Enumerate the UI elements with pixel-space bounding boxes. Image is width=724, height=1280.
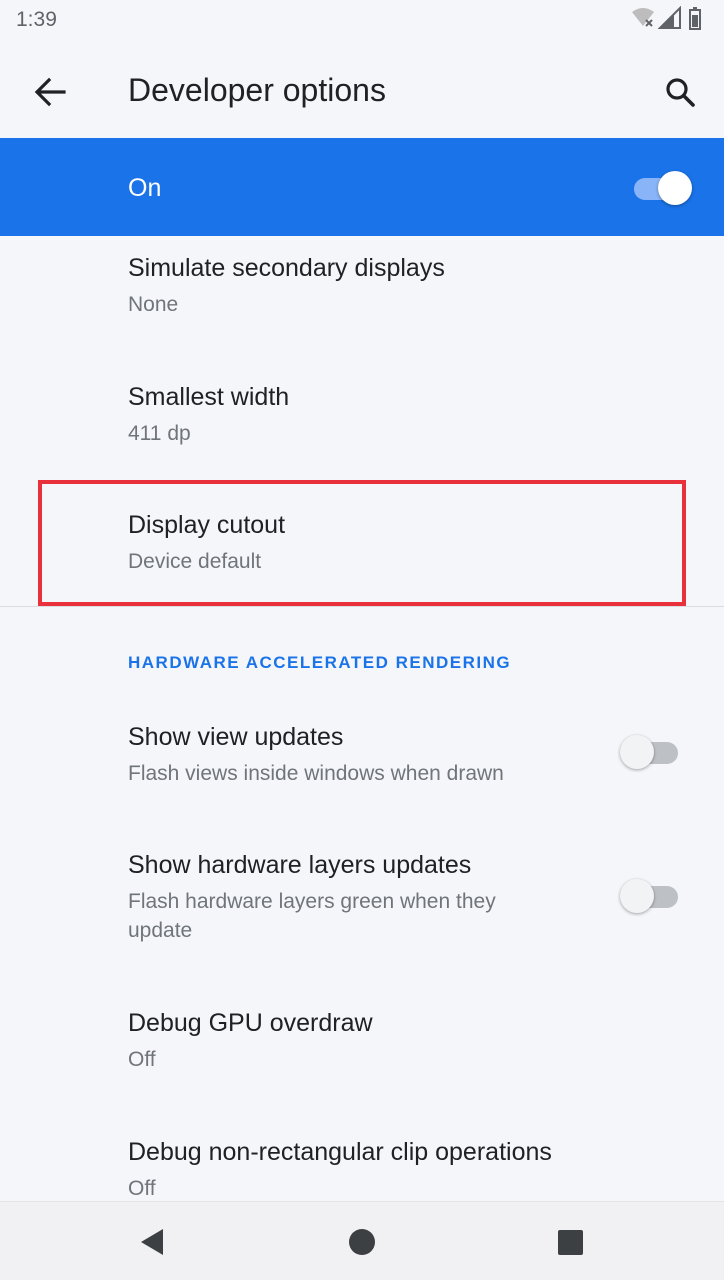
pref-summary: Off xyxy=(128,1177,156,1200)
pref-title: Show hardware layers updates xyxy=(128,851,472,879)
search-icon xyxy=(666,78,695,107)
status-bar: 1:39 xyxy=(0,0,724,40)
pref-title: Show view updates xyxy=(128,723,344,751)
nav-recents-button[interactable] xyxy=(550,1222,590,1262)
arrow-back-icon xyxy=(34,77,66,107)
pref-title: Smallest width xyxy=(128,383,290,411)
pref-title: Simulate secondary displays xyxy=(128,254,445,282)
pref-debug-non-rectangular-clip[interactable]: Debug non-rectangular clip operations Of… xyxy=(0,1125,724,1201)
nav-back-button[interactable] xyxy=(132,1222,172,1262)
master-switch-bar[interactable]: On xyxy=(0,138,724,236)
back-button[interactable] xyxy=(22,64,78,120)
pref-show-view-updates[interactable]: Show view updates Flash views inside win… xyxy=(0,710,724,820)
pref-summary-line2: update xyxy=(128,919,193,942)
pref-summary: 411 dp xyxy=(128,422,191,445)
nav-back-icon xyxy=(141,1229,163,1255)
divider xyxy=(0,606,724,607)
nav-recents-icon xyxy=(558,1230,583,1255)
cell-signal-icon xyxy=(657,5,681,29)
pref-title: Debug GPU overdraw xyxy=(128,1009,373,1037)
status-time: 1:39 xyxy=(16,8,57,31)
highlight-box xyxy=(38,480,686,606)
battery-icon xyxy=(689,7,701,30)
nav-home-button[interactable] xyxy=(342,1222,382,1262)
switch-thumb xyxy=(620,879,654,913)
pref-title: Debug non-rectangular clip operations xyxy=(128,1138,552,1166)
pref-summary: Off xyxy=(128,1048,156,1071)
section-header: HARDWARE ACCELERATED RENDERING xyxy=(128,653,512,672)
pref-show-hardware-layers-updates[interactable]: Show hardware layers updates Flash hardw… xyxy=(0,838,724,968)
pref-debug-gpu-overdraw[interactable]: Debug GPU overdraw Off xyxy=(0,996,724,1106)
search-button[interactable] xyxy=(652,64,708,120)
switch-thumb xyxy=(658,171,692,205)
page-title: Developer options xyxy=(128,72,386,108)
pref-smallest-width[interactable]: Smallest width 411 dp xyxy=(0,370,724,482)
wifi-off-icon xyxy=(632,8,654,27)
master-switch-label: On xyxy=(128,174,162,202)
show-view-updates-toggle[interactable] xyxy=(620,732,680,772)
nav-home-icon xyxy=(349,1229,375,1255)
status-icons xyxy=(630,5,710,32)
nav-bar xyxy=(0,1201,724,1280)
pref-simulate-secondary-displays[interactable]: Simulate secondary displays None xyxy=(0,240,724,360)
switch-thumb xyxy=(620,735,654,769)
show-hardware-layers-updates-toggle[interactable] xyxy=(620,876,680,916)
app-bar: Developer options xyxy=(0,40,724,138)
master-switch-toggle[interactable] xyxy=(634,170,694,210)
pref-summary: None xyxy=(128,293,179,316)
pref-summary: Flash views inside windows when drawn xyxy=(128,762,504,785)
pref-summary-line1: Flash hardware layers green when they xyxy=(128,890,496,913)
